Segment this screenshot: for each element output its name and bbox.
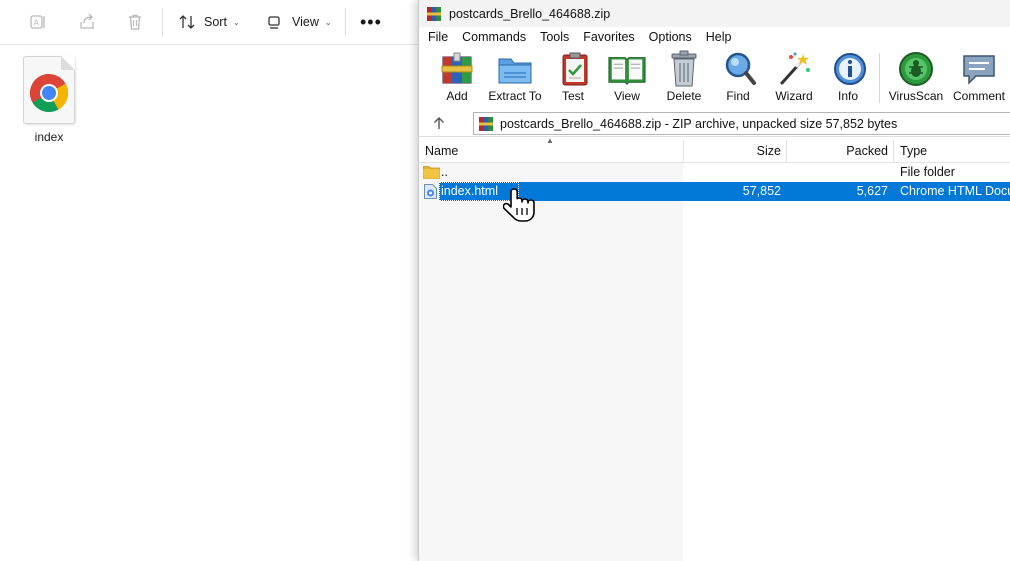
- wizard-label: Wizard: [775, 89, 813, 103]
- column-divider[interactable]: [683, 140, 684, 163]
- menu-file[interactable]: File: [421, 30, 455, 44]
- up-arrow-icon[interactable]: [431, 115, 447, 131]
- extract-to-button[interactable]: Extract To: [487, 50, 543, 103]
- column-divider[interactable]: [786, 140, 787, 163]
- delete-archive-label: Delete: [666, 89, 702, 103]
- add-button[interactable]: Add: [437, 50, 477, 103]
- share-icon: [80, 13, 94, 29]
- column-type[interactable]: Type: [900, 140, 927, 163]
- folder-icon: [423, 166, 440, 179]
- view-icon: [268, 16, 280, 29]
- column-divider[interactable]: [893, 140, 894, 163]
- ellipsis-icon: •••: [360, 11, 382, 32]
- address-row: postcards_Brello_464688.zip - ZIP archiv…: [419, 109, 1010, 137]
- find-label: Find: [726, 89, 750, 103]
- rename-icon: A: [30, 15, 45, 29]
- table-row-parent-folder[interactable]: .. File folder: [419, 163, 1010, 182]
- delete-button[interactable]: [126, 11, 144, 33]
- file-type: File folder: [900, 165, 955, 179]
- add-label: Add: [446, 89, 468, 103]
- menu-help[interactable]: Help: [699, 30, 739, 44]
- info-label: Info: [837, 89, 858, 103]
- desktop-file-item[interactable]: index: [20, 56, 78, 144]
- column-size[interactable]: Size: [685, 140, 781, 163]
- column-header: ▲ Name Size Packed Type: [419, 136, 1010, 163]
- file-packed: [788, 163, 888, 182]
- sort-ascending-icon: ▲: [546, 136, 554, 145]
- file-name: ..: [441, 165, 448, 179]
- title-bar[interactable]: postcards_Brello_464688.zip: [419, 0, 1010, 27]
- menu-favorites[interactable]: Favorites: [576, 30, 641, 44]
- column-name[interactable]: Name: [425, 140, 458, 163]
- info-button[interactable]: Info: [830, 50, 866, 103]
- magnifier-icon: [720, 50, 760, 88]
- menu-commands[interactable]: Commands: [455, 30, 533, 44]
- winrar-app-icon: [427, 6, 441, 21]
- archive-path-field[interactable]: postcards_Brello_464688.zip - ZIP archiv…: [473, 112, 1010, 135]
- archive-path-text: postcards_Brello_464688.zip - ZIP archiv…: [500, 116, 898, 131]
- test-button[interactable]: Test: [555, 50, 591, 103]
- view-archive-label: View: [614, 89, 640, 103]
- find-button[interactable]: Find: [720, 50, 756, 103]
- file-type: Chrome HTML Docu: [900, 184, 1010, 198]
- comment-button[interactable]: Comment: [951, 50, 1007, 103]
- info-icon: [830, 50, 870, 88]
- hand-pointer-cursor-icon: [503, 188, 535, 222]
- column-packed[interactable]: Packed: [788, 140, 888, 163]
- share-button[interactable]: [78, 11, 96, 33]
- svg-text:A: A: [34, 19, 40, 28]
- file-size: 57,852: [742, 184, 781, 198]
- test-label: Test: [561, 89, 584, 103]
- chevron-down-icon: ⌄: [232, 17, 240, 27]
- magic-wand-icon: [774, 50, 814, 88]
- view-archive-button[interactable]: View: [605, 50, 649, 103]
- virus-scan-label: VirusScan: [888, 89, 944, 103]
- trash-icon: [129, 14, 141, 30]
- menu-bar: File Commands Tools Favorites Options He…: [419, 27, 1010, 47]
- winrar-archive-icon: [479, 116, 493, 131]
- chevron-down-icon: ⌄: [324, 17, 332, 27]
- wizard-button[interactable]: Wizard: [773, 50, 815, 103]
- desktop-file-label: index: [34, 130, 64, 144]
- virus-scan-button[interactable]: VirusScan: [888, 50, 944, 103]
- extract-folder-icon: [495, 50, 535, 88]
- toolbar-separator: [879, 53, 880, 103]
- more-options-button[interactable]: •••: [360, 11, 382, 33]
- menu-tools[interactable]: Tools: [533, 30, 576, 44]
- toolbar-separator: [162, 8, 163, 36]
- chrome-html-file-icon: [23, 56, 75, 124]
- virus-scan-icon: [896, 50, 936, 88]
- winrar-window: postcards_Brello_464688.zip File Command…: [418, 0, 1010, 561]
- file-name: index.html: [441, 184, 498, 198]
- file-size: [685, 163, 781, 182]
- add-archive-icon: [437, 50, 477, 88]
- comment-label: Comment: [952, 89, 1005, 103]
- toolbar-separator: [345, 8, 346, 36]
- view-book-icon: [607, 50, 647, 88]
- sort-label: Sort: [204, 15, 227, 29]
- winrar-toolbar: Add Extract To Test View Delete Find Wiz…: [419, 47, 1010, 109]
- html-file-icon: [424, 184, 437, 199]
- trash-can-icon: [664, 50, 704, 88]
- extract-to-label: Extract To: [488, 89, 542, 103]
- rename-button[interactable]: A: [29, 11, 47, 33]
- window-title: postcards_Brello_464688.zip: [449, 6, 611, 21]
- sort-button[interactable]: Sort ⌄: [178, 11, 240, 33]
- view-button[interactable]: View ⌄: [267, 11, 332, 33]
- explorer-command-bar: A Sort ⌄ View ⌄ •••: [0, 0, 420, 45]
- sort-icon: [179, 15, 195, 29]
- comment-icon: [959, 50, 999, 88]
- test-clipboard-icon: [555, 50, 595, 88]
- menu-options[interactable]: Options: [642, 30, 699, 44]
- delete-archive-button[interactable]: Delete: [663, 50, 705, 103]
- name-column-background: [419, 140, 683, 561]
- view-label: View: [292, 15, 319, 29]
- file-packed: 5,627: [856, 184, 888, 198]
